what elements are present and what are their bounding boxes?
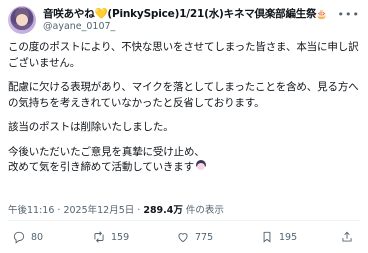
- cake-icon: 🎂: [316, 10, 328, 20]
- more-icon[interactable]: •••: [338, 8, 360, 21]
- tweet-header: 音咲あやね💛(PinkySpice)1/21(水)キネマ倶楽部編生祭🎂 @aya…: [8, 6, 360, 36]
- meta-separator: ·: [134, 205, 144, 216]
- reply-button[interactable]: 80: [12, 230, 43, 244]
- like-button[interactable]: 775: [176, 230, 213, 244]
- bookmark-button[interactable]: 195: [260, 230, 297, 244]
- tweet-paragraph-4-line-1: 今後いただいたご意見を真摯に受け止め、: [8, 145, 205, 158]
- author-handle[interactable]: @ayane_0107_: [43, 21, 115, 33]
- retweet-count: 159: [111, 231, 130, 243]
- girl-emoji-icon: [195, 160, 207, 171]
- display-name-suffix: (PinkySpice)1/21(水)キネマ倶楽部編生祭: [107, 8, 317, 20]
- bookmark-icon: [263, 231, 271, 243]
- author-display-name[interactable]: 音咲あやね💛(PinkySpice)1/21(水)キネマ倶楽部編生祭🎂: [43, 7, 328, 22]
- avatar-face: [16, 14, 28, 26]
- views-label: 件の表示: [182, 205, 224, 216]
- retweet-button[interactable]: 159: [92, 230, 129, 244]
- action-bar: 80 159 775 195: [0, 230, 368, 248]
- tweet-date[interactable]: 2025年12月5日: [63, 205, 134, 216]
- retweet-icon: [94, 231, 104, 243]
- heart-icon: 💛: [94, 8, 108, 20]
- reply-count: 80: [31, 231, 44, 243]
- tweet-text: この度のポストにより、不快な思いをさせてしまった皆さま、本当に申し訳ございません…: [8, 40, 360, 185]
- tweet-paragraph-4-line-2: 改めて気を引き締めて活動していきます: [8, 161, 194, 173]
- tweet-time[interactable]: 午後11:16: [8, 205, 54, 216]
- like-count: 775: [195, 231, 214, 243]
- bookmark-count: 195: [279, 231, 298, 243]
- views-count: 289.4万: [143, 205, 183, 216]
- reply-icon: [13, 231, 25, 244]
- tweet-paragraph-2: 配慮に欠ける表現があり、マイクを落としてしまったことを含め、見る方への気持ちを考…: [8, 81, 359, 109]
- tweet-paragraph-3: 該当のポストは削除いたしました。: [8, 121, 174, 133]
- avatar[interactable]: [8, 6, 36, 34]
- divider: [8, 220, 360, 221]
- tweet-metadata: 午後11:16 · 2025年12月5日 · 289.4万 件の表示: [8, 202, 224, 216]
- share-button[interactable]: [340, 230, 354, 244]
- tweet-paragraph-4: 今後いただいたご意見を真摯に受け止め、 改めて気を引き締めて活動していきます: [8, 145, 360, 176]
- tweet-paragraph-1: この度のポストにより、不快な思いをさせてしまった皆さま、本当に申し訳ございません…: [8, 41, 359, 69]
- display-name-prefix: 音咲あやね: [43, 8, 95, 20]
- share-icon: [342, 231, 352, 242]
- like-icon: [178, 233, 188, 243]
